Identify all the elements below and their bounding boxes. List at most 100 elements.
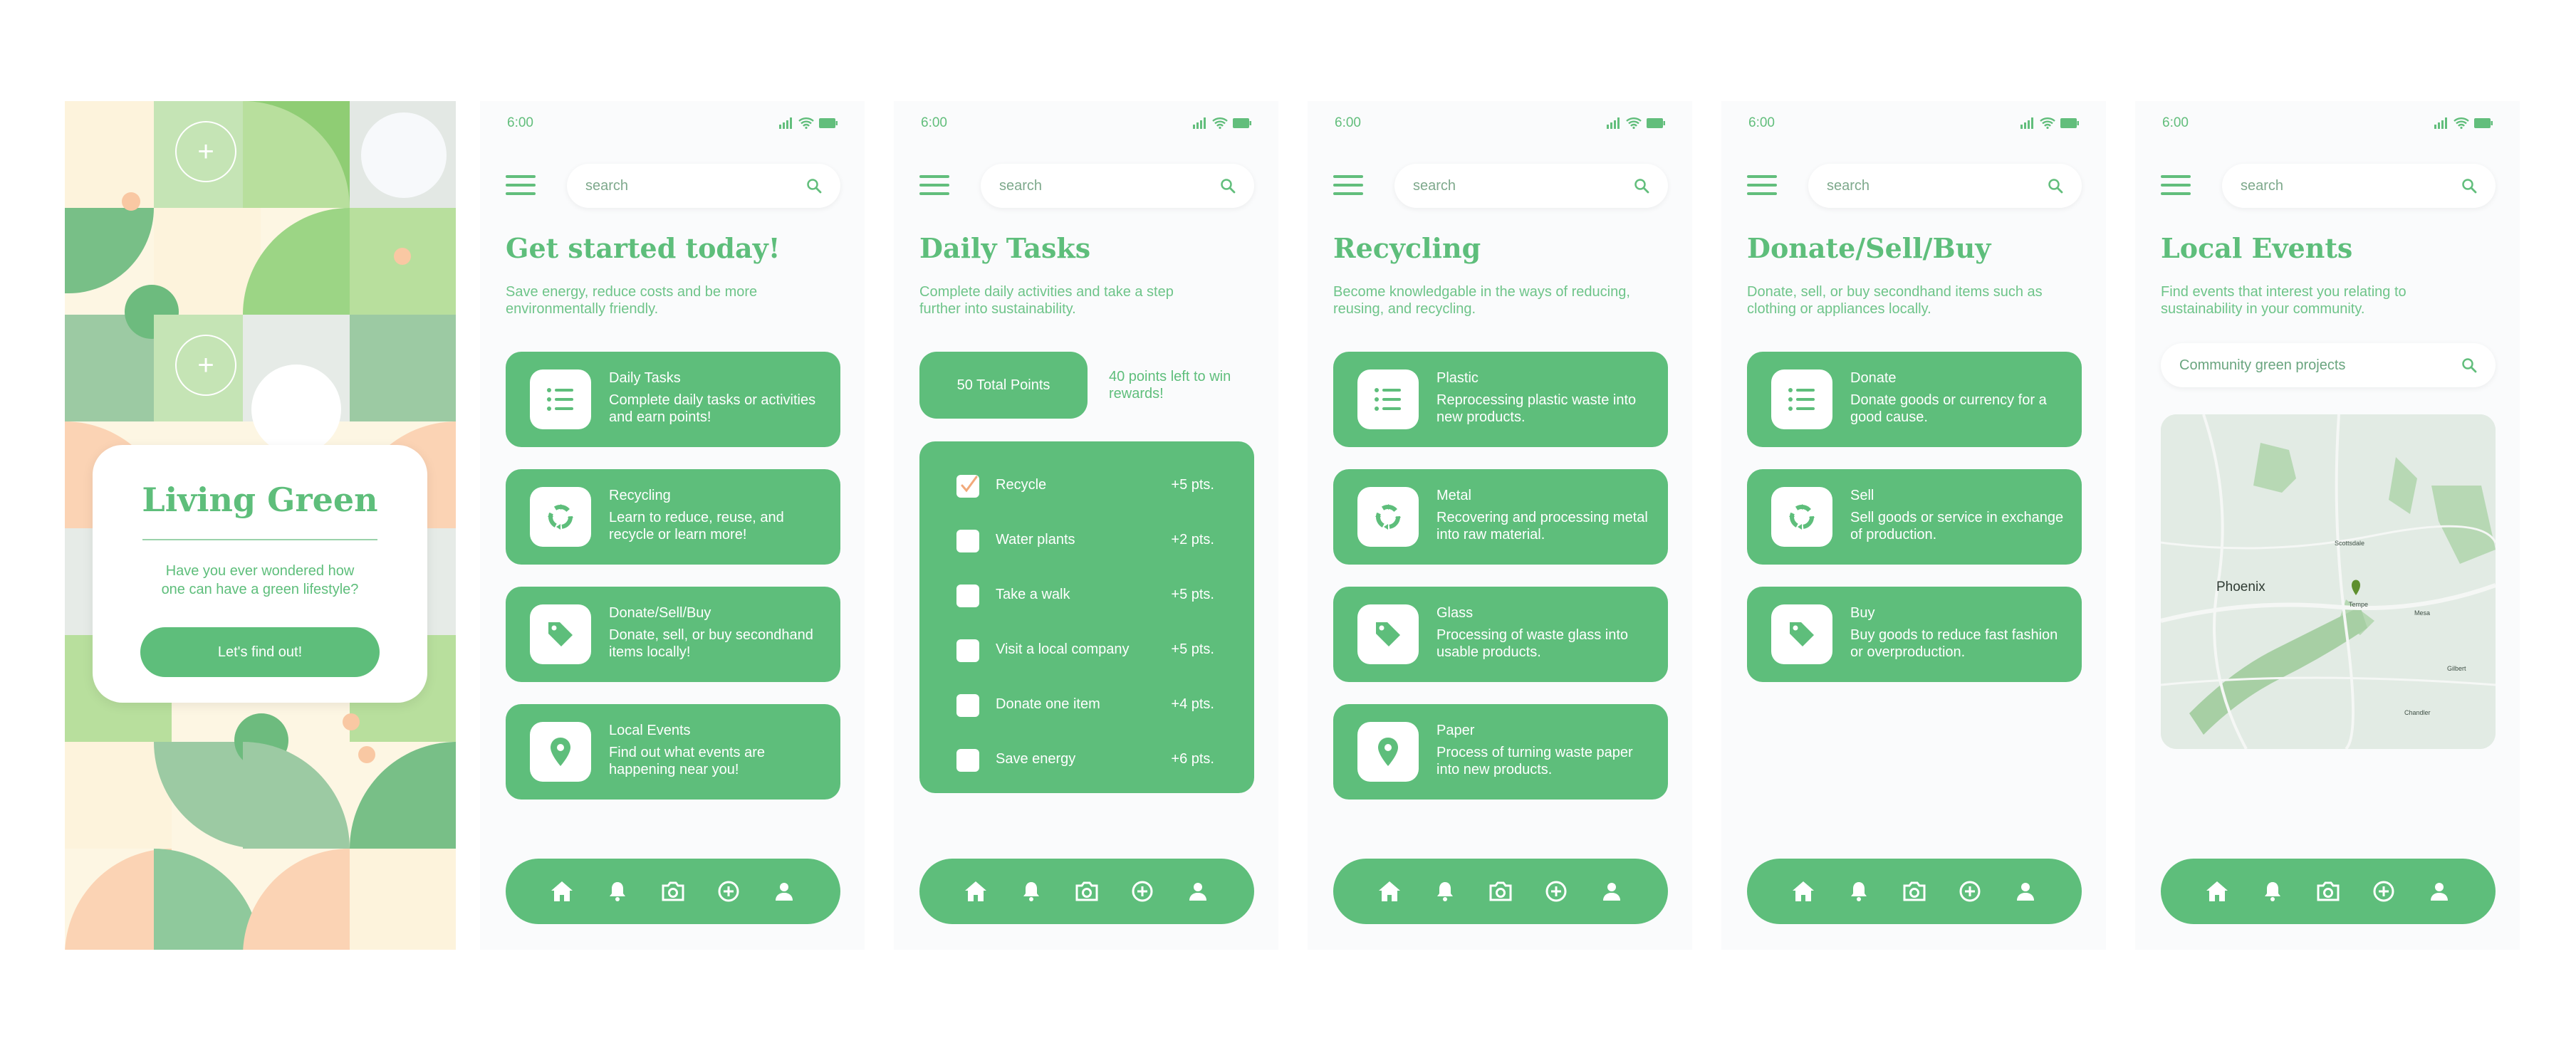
search-icon[interactable] xyxy=(2048,178,2063,194)
pattern-leaf xyxy=(65,208,154,293)
tag-icon xyxy=(530,604,591,664)
camera-icon[interactable] xyxy=(2313,876,2343,906)
screen-home: 6:00 Get started today! Save energy, red… xyxy=(480,101,865,950)
task-points: +5 pts. xyxy=(1171,587,1214,602)
list-icon xyxy=(530,369,591,429)
plus-circle-icon[interactable] xyxy=(1541,876,1571,906)
menu-item-recycling[interactable]: Recycling Learn to reduce, reuse, and re… xyxy=(506,469,840,565)
home-icon[interactable] xyxy=(961,876,991,906)
bottom-nav xyxy=(506,859,840,924)
task-points: +2 pts. xyxy=(1171,532,1214,547)
task-list: Recycle +5 pts. Water plants +2 pts. Tak… xyxy=(919,441,1254,793)
search-icon[interactable] xyxy=(2461,357,2477,373)
menu-item-daily-tasks[interactable]: Daily Tasks Complete daily tasks or acti… xyxy=(506,352,840,447)
user-icon[interactable] xyxy=(1597,876,1627,906)
bottom-nav xyxy=(919,859,1254,924)
map-graphic xyxy=(2161,414,2496,749)
wifi-icon xyxy=(2454,117,2469,129)
home-icon[interactable] xyxy=(2202,876,2232,906)
search-icon[interactable] xyxy=(806,178,822,194)
task-checkbox[interactable] xyxy=(956,585,979,607)
search-input[interactable] xyxy=(1413,164,1620,208)
plus-circle-icon[interactable] xyxy=(2369,876,2399,906)
menu-item-donate-sell-buy[interactable]: Donate/Sell/Buy Donate, sell, or buy sec… xyxy=(506,587,840,682)
plus-circle-icon[interactable] xyxy=(714,876,744,906)
task-checkbox-checked[interactable] xyxy=(956,475,979,498)
menu-button[interactable] xyxy=(2161,175,2191,196)
camera-icon[interactable] xyxy=(1072,876,1102,906)
recycle-icon xyxy=(1771,487,1832,547)
menu-item-buy[interactable]: Buy Buy goods to reduce fast fashion or … xyxy=(1747,587,2082,682)
status-bar: 6:00 xyxy=(921,112,1251,134)
page-title: Daily Tasks xyxy=(919,232,1091,264)
wifi-icon xyxy=(798,117,814,129)
menu-list: Donate Donate goods or currency for a go… xyxy=(1747,352,2082,704)
battery-icon xyxy=(1647,118,1665,128)
search-input[interactable] xyxy=(1827,164,2033,208)
home-icon[interactable] xyxy=(1375,876,1404,906)
menu-item-sell[interactable]: Sell Sell goods or service in exchange o… xyxy=(1747,469,2082,565)
tag-icon xyxy=(1771,604,1832,664)
home-icon[interactable] xyxy=(1788,876,1818,906)
menu-button[interactable] xyxy=(506,175,536,196)
user-icon[interactable] xyxy=(2011,876,2040,906)
home-icon[interactable] xyxy=(547,876,577,906)
task-checkbox[interactable] xyxy=(956,749,979,772)
camera-icon[interactable] xyxy=(1486,876,1516,906)
search-bar xyxy=(981,164,1254,208)
events-search-input[interactable] xyxy=(2179,343,2450,387)
item-title: Paper xyxy=(1436,723,1475,738)
bell-icon[interactable] xyxy=(1844,876,1874,906)
bell-icon[interactable] xyxy=(1016,876,1046,906)
divider xyxy=(142,539,377,540)
events-map[interactable]: Phoenix Scottsdale Tempe Mesa Gilbert Ch… xyxy=(2161,414,2496,749)
camera-icon[interactable] xyxy=(658,876,688,906)
bell-icon[interactable] xyxy=(603,876,632,906)
search-icon[interactable] xyxy=(1634,178,1649,194)
status-bar: 6:00 xyxy=(1335,112,1665,134)
item-desc: Find out what events are happening near … xyxy=(609,745,766,777)
task-label: Take a walk xyxy=(996,587,1070,602)
menu-item-glass[interactable]: Glass Processing of waste glass into usa… xyxy=(1333,587,1668,682)
bottom-nav xyxy=(1747,859,2082,924)
search-icon[interactable] xyxy=(2461,178,2477,194)
menu-button[interactable] xyxy=(1333,175,1363,196)
search-icon[interactable] xyxy=(1220,178,1236,194)
app-title: Living Green xyxy=(142,481,378,519)
search-input[interactable] xyxy=(999,164,1206,208)
menu-item-local-events[interactable]: Local Events Find out what events are ha… xyxy=(506,704,840,800)
task-label: Recycle xyxy=(996,477,1047,493)
user-icon[interactable] xyxy=(1183,876,1213,906)
menu-button[interactable] xyxy=(1747,175,1777,196)
user-icon[interactable] xyxy=(769,876,799,906)
item-desc: Complete daily tasks or activities and e… xyxy=(609,392,816,425)
points-left-text: 40 points left to win rewards! xyxy=(1109,369,1231,402)
task-points: +5 pts. xyxy=(1171,641,1214,657)
map-label-tempe: Tempe xyxy=(2349,601,2369,608)
item-title: Daily Tasks xyxy=(609,370,681,386)
plus-circle-icon[interactable] xyxy=(1127,876,1157,906)
bell-icon[interactable] xyxy=(1430,876,1460,906)
total-points-button[interactable]: 50 Total Points xyxy=(919,352,1088,419)
camera-icon[interactable] xyxy=(1899,876,1929,906)
menu-button[interactable] xyxy=(919,175,949,196)
task-checkbox[interactable] xyxy=(956,694,979,717)
plus-circle-icon: + xyxy=(175,335,236,396)
bell-icon[interactable] xyxy=(2258,876,2288,906)
pattern-circle xyxy=(361,112,447,198)
search-input[interactable] xyxy=(2241,164,2447,208)
item-title: Donate xyxy=(1850,370,1897,386)
menu-item-metal[interactable]: Metal Recovering and processing metal in… xyxy=(1333,469,1668,565)
map-label-chandler: Chandler xyxy=(2404,709,2431,716)
pattern-tile xyxy=(350,101,456,208)
task-checkbox[interactable] xyxy=(956,530,979,552)
find-out-button[interactable]: Let's find out! xyxy=(140,627,380,677)
menu-item-paper[interactable]: Paper Process of turning waste paper int… xyxy=(1333,704,1668,800)
plus-circle-icon[interactable] xyxy=(1955,876,1985,906)
menu-item-donate[interactable]: Donate Donate goods or currency for a go… xyxy=(1747,352,2082,447)
user-icon[interactable] xyxy=(2424,876,2454,906)
search-input[interactable] xyxy=(585,164,792,208)
task-checkbox[interactable] xyxy=(956,639,979,662)
pattern-tile xyxy=(243,315,350,454)
menu-item-plastic[interactable]: Plastic Reprocessing plastic waste into … xyxy=(1333,352,1668,447)
